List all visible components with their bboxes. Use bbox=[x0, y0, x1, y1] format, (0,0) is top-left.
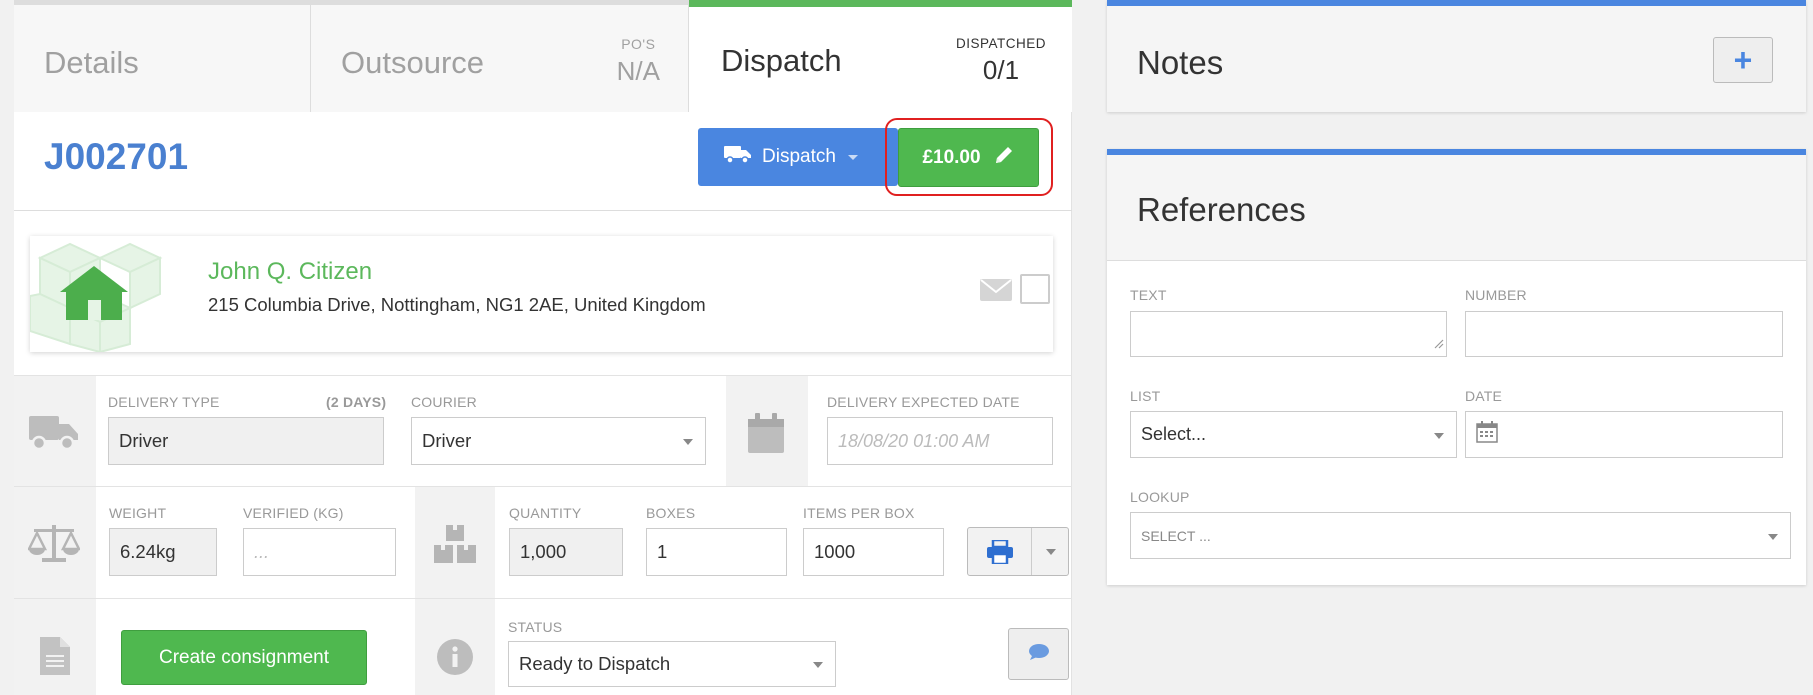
lookup-label: LOOKUP bbox=[1130, 489, 1190, 505]
pos-value: N/A bbox=[616, 56, 660, 86]
courier-select[interactable]: Driver bbox=[411, 417, 706, 465]
job-tabs: Details Outsource PO'S N/A Dispatch DISP… bbox=[14, 0, 1072, 112]
courier-label: COURIER bbox=[411, 394, 477, 410]
divider bbox=[1031, 528, 1032, 575]
chevron-down-icon bbox=[1434, 432, 1444, 439]
job-id[interactable]: J002701 bbox=[44, 136, 188, 178]
list-value: Select... bbox=[1141, 424, 1207, 444]
dispatch-button-label: Dispatch bbox=[762, 146, 836, 167]
price-button-label: £10.00 bbox=[922, 146, 981, 168]
items-per-box-label: ITEMS PER BOX bbox=[803, 505, 915, 521]
calendar-icon bbox=[748, 413, 784, 458]
truck-icon-cell bbox=[14, 376, 96, 486]
print-button[interactable] bbox=[967, 527, 1069, 576]
status-value: Ready to Dispatch bbox=[519, 653, 671, 674]
pos-counter: PO'S N/A bbox=[617, 36, 660, 87]
boxes-label: BOXES bbox=[646, 505, 696, 521]
chevron-down-icon bbox=[683, 439, 693, 445]
text-textarea[interactable] bbox=[1130, 311, 1447, 357]
resize-handle-icon[interactable] bbox=[1434, 332, 1444, 354]
list-select[interactable]: Select... bbox=[1130, 411, 1457, 458]
weight-label: WEIGHT bbox=[109, 505, 167, 521]
contact-address: 215 Columbia Drive, Nottingham, NG1 2AE,… bbox=[208, 294, 706, 315]
contact-checkbox[interactable] bbox=[1020, 274, 1050, 304]
comment-button[interactable] bbox=[1008, 628, 1069, 680]
comment-icon bbox=[1028, 643, 1049, 665]
chevron-down-icon bbox=[813, 662, 823, 668]
dispatch-button[interactable]: Dispatch bbox=[698, 128, 898, 186]
verified-label: VERIFIED (KG) bbox=[243, 505, 344, 521]
lookup-value: SELECT ... bbox=[1141, 527, 1211, 544]
job-dispatch-panel: Details Outsource PO'S N/A Dispatch DISP… bbox=[14, 0, 1072, 695]
contact-card: John Q. Citizen 215 Columbia Drive, Nott… bbox=[29, 236, 1053, 354]
price-button[interactable]: £10.00 bbox=[898, 128, 1039, 187]
delivery-days: (2 DAYS) bbox=[326, 394, 387, 410]
delivery-type-label: DELIVERY TYPE bbox=[108, 394, 220, 410]
dispatched-value: 0/1 bbox=[982, 55, 1020, 85]
date-label: DATE bbox=[1465, 388, 1503, 404]
mail-icon[interactable] bbox=[980, 279, 1012, 306]
house-boxes-icon bbox=[29, 236, 170, 357]
scale-icon-cell bbox=[14, 487, 96, 598]
divider bbox=[14, 375, 1072, 376]
truck-icon bbox=[724, 144, 752, 170]
verified-input[interactable]: ... bbox=[243, 528, 396, 576]
quantity-field[interactable]: 1,000 bbox=[509, 528, 623, 576]
notes-panel: Notes + bbox=[1107, 0, 1806, 112]
list-label: LIST bbox=[1130, 388, 1161, 404]
number-label: NUMBER bbox=[1465, 287, 1527, 303]
tab-outsource-label: Outsource bbox=[341, 45, 485, 80]
tab-dispatch[interactable]: Dispatch DISPATCHED 0/1 bbox=[689, 0, 1072, 112]
truck-icon bbox=[29, 412, 79, 457]
tab-details-label: Details bbox=[44, 45, 139, 80]
calendar-icon bbox=[1476, 421, 1498, 448]
status-select[interactable]: Ready to Dispatch bbox=[508, 641, 836, 687]
courier-value: Driver bbox=[422, 430, 472, 451]
dispatched-counter: DISPATCHED 0/1 bbox=[956, 36, 1046, 86]
tab-details[interactable]: Details bbox=[14, 0, 311, 112]
add-note-button[interactable]: + bbox=[1713, 37, 1773, 83]
boxes-icon bbox=[432, 525, 478, 570]
document-icon bbox=[40, 637, 70, 680]
boxes-input[interactable]: 1 bbox=[646, 528, 787, 576]
lookup-select[interactable]: SELECT ... bbox=[1130, 512, 1791, 559]
quantity-label: QUANTITY bbox=[509, 505, 582, 521]
references-panel: References TEXT NUMBER LIST Select... DA… bbox=[1107, 149, 1806, 585]
calendar-icon-cell bbox=[726, 376, 808, 486]
printer-icon bbox=[987, 538, 1013, 569]
number-input[interactable] bbox=[1465, 311, 1783, 357]
references-header: References bbox=[1107, 155, 1806, 261]
expected-date-label: DELIVERY EXPECTED DATE bbox=[827, 394, 1020, 410]
tab-dispatch-label: Dispatch bbox=[721, 43, 842, 78]
status-label: STATUS bbox=[508, 619, 563, 635]
dispatched-key: DISPATCHED bbox=[955, 36, 1046, 51]
weight-field[interactable]: 6.24kg bbox=[109, 528, 217, 576]
date-input[interactable] bbox=[1465, 411, 1783, 458]
boxes-icon-cell bbox=[415, 487, 495, 598]
delivery-type-field[interactable]: Driver bbox=[108, 417, 384, 465]
references-title: References bbox=[1137, 191, 1306, 228]
expected-date-input[interactable]: 18/08/20 01:00 AM bbox=[827, 417, 1053, 465]
chevron-down-icon[interactable] bbox=[1046, 549, 1056, 555]
create-consignment-button[interactable]: Create consignment bbox=[121, 630, 367, 685]
plus-icon: + bbox=[1733, 41, 1753, 78]
scale-icon bbox=[26, 523, 82, 568]
info-icon bbox=[437, 639, 473, 680]
tab-outsource[interactable]: Outsource PO'S N/A bbox=[311, 0, 689, 112]
contact-name[interactable]: John Q. Citizen bbox=[208, 258, 372, 286]
pencil-icon bbox=[993, 144, 1015, 172]
divider bbox=[14, 210, 1072, 211]
text-label: TEXT bbox=[1130, 287, 1167, 303]
chevron-down-icon bbox=[1768, 533, 1778, 540]
items-per-box-input[interactable]: 1000 bbox=[803, 528, 944, 576]
pos-key: PO'S bbox=[621, 36, 656, 52]
document-icon-cell bbox=[14, 599, 96, 695]
divider bbox=[14, 598, 1072, 599]
chevron-down-icon bbox=[847, 154, 858, 160]
info-icon-cell bbox=[415, 599, 495, 695]
divider bbox=[14, 486, 1072, 487]
notes-title: Notes bbox=[1137, 44, 1224, 81]
